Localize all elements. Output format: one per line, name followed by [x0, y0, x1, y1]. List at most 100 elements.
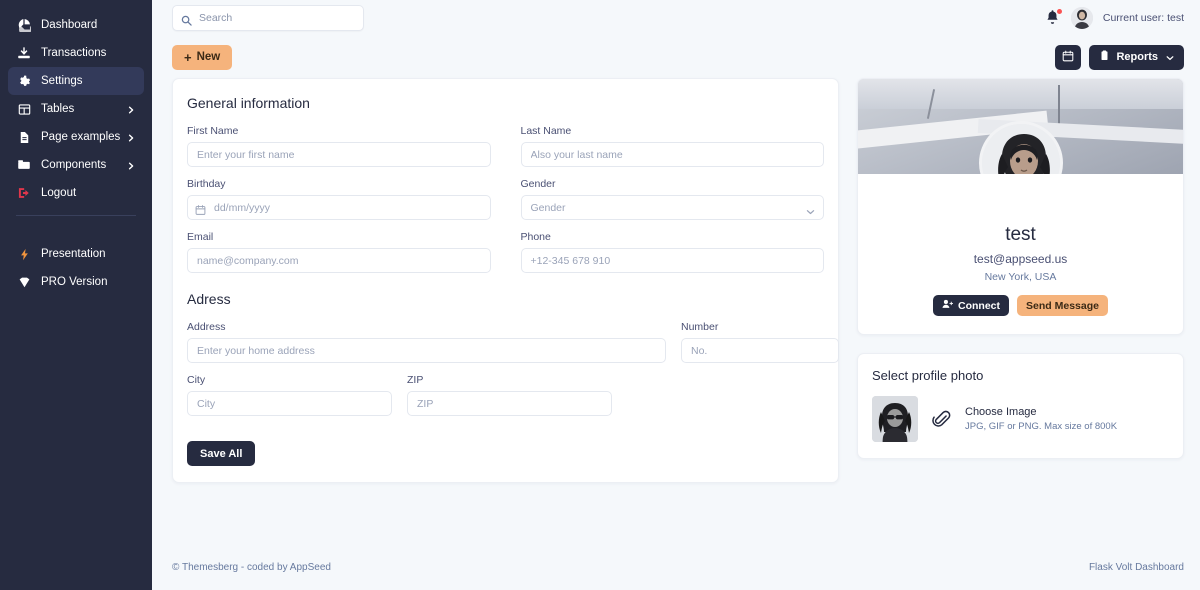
sidebar-item-label: Components — [41, 159, 107, 171]
number-input[interactable] — [681, 338, 839, 363]
phone-input[interactable] — [520, 248, 824, 273]
search-input[interactable] — [199, 12, 355, 24]
birthday-input-wrap — [187, 195, 491, 220]
content-area: General information First Name Last Name — [152, 78, 1200, 544]
document-icon — [16, 129, 32, 145]
search-icon — [181, 13, 192, 26]
city-zip-row: City ZIP — [187, 374, 824, 416]
photo-thumbnail — [872, 396, 918, 442]
logout-icon — [16, 185, 32, 201]
number-label: Number — [681, 321, 719, 333]
chevron-right-icon — [127, 105, 135, 114]
city-input[interactable] — [187, 391, 392, 416]
gender-group: Gender — [520, 178, 824, 220]
sidebar-item-dashboard[interactable]: Dashboard — [8, 11, 144, 39]
birthday-label: Birthday — [187, 178, 226, 190]
footer: © Themesberg - coded by AppSeed Flask Vo… — [152, 544, 1200, 590]
email-input[interactable] — [187, 248, 491, 273]
gender-select[interactable] — [520, 195, 824, 220]
cover-pole — [1058, 85, 1060, 127]
calendar-button[interactable] — [1055, 44, 1082, 70]
phone-group: Phone — [520, 231, 824, 273]
name-row: First Name Last Name — [187, 125, 824, 167]
email-phone-row: Email Phone — [187, 231, 824, 273]
chevron-right-icon — [127, 161, 135, 170]
sidebar-item-tables[interactable]: Tables — [8, 95, 144, 123]
clipboard-icon — [1099, 50, 1110, 64]
zip-label: ZIP — [407, 374, 424, 386]
address-row: Address Number — [187, 321, 839, 363]
gender-select-wrap — [520, 195, 824, 220]
photo-card-body: Select profile photo Choose Image JPG, G… — [858, 354, 1183, 458]
bolt-icon — [16, 246, 32, 262]
notification-bell-icon[interactable] — [1045, 9, 1062, 27]
topbar-right: Current user: test — [1045, 7, 1184, 29]
address-label: Address — [187, 321, 226, 333]
topbar: Current user: test — [152, 0, 1200, 36]
zip-input[interactable] — [407, 391, 612, 416]
gear-icon — [16, 73, 32, 89]
gender-label: Gender — [520, 178, 556, 190]
first-name-input[interactable] — [187, 142, 491, 167]
footer-copyright: © Themesberg - coded by AppSeed — [172, 561, 331, 573]
reports-button-label: Reports — [1116, 51, 1158, 63]
sidebar-item-settings[interactable]: Settings — [8, 67, 144, 95]
select-profile-photo-card: Select profile photo Choose Image JPG, G… — [857, 353, 1184, 459]
sidebar: Dashboard Transactions Settings Tables P… — [0, 0, 152, 590]
search-box[interactable] — [172, 5, 364, 31]
profile-buttons: Connect Send Message — [868, 295, 1173, 316]
avatar[interactable] — [1070, 7, 1093, 29]
actions-bar: + New Reports — [152, 36, 1200, 78]
phone-label: Phone — [520, 231, 551, 243]
sidebar-item-presentation[interactable]: Presentation — [8, 240, 144, 268]
download-icon — [16, 45, 32, 61]
page-title: General information — [187, 95, 310, 111]
user-plus-icon — [942, 299, 954, 312]
app-root: Dashboard Transactions Settings Tables P… — [0, 0, 1200, 590]
gem-icon — [16, 274, 32, 290]
sidebar-item-label: Dashboard — [41, 19, 98, 31]
sidebar-item-label: Transactions — [41, 47, 107, 59]
layers-icon — [16, 157, 32, 173]
sidebar-item-transactions[interactable]: Transactions — [8, 39, 144, 67]
connect-button[interactable]: Connect — [933, 295, 1010, 316]
birthday-input[interactable] — [187, 195, 491, 220]
cover-sky — [858, 79, 1183, 109]
photo-row: Choose Image JPG, GIF or PNG. Max size o… — [872, 396, 1169, 442]
right-column: test test@appseed.us New York, USA Conne… — [857, 78, 1184, 459]
chevron-down-icon — [1166, 53, 1174, 61]
email-label: Email — [187, 231, 214, 243]
profile-location: New York, USA — [984, 271, 1057, 283]
reports-dropdown-button[interactable]: Reports — [1089, 44, 1184, 70]
general-information-card: General information First Name Last Name — [172, 78, 839, 483]
email-group: Email — [187, 231, 491, 273]
birthday-group: Birthday — [187, 178, 491, 220]
sidebar-item-label: Tables — [41, 103, 75, 115]
paperclip-icon[interactable] — [932, 410, 951, 429]
table-icon — [16, 101, 32, 117]
profile-cover-image — [858, 79, 1183, 174]
profile-email: test@appseed.us — [973, 252, 1068, 266]
profile-name: test — [1005, 224, 1036, 245]
sidebar-item-logout[interactable]: Logout — [8, 179, 144, 207]
birthday-gender-row: Birthday Gender — [187, 178, 824, 220]
choose-image-label[interactable]: Choose Image — [965, 406, 1117, 418]
sidebar-item-components[interactable]: Components — [8, 151, 144, 179]
sidebar-item-label: Settings — [41, 75, 83, 87]
calendar-icon — [1062, 50, 1074, 65]
number-group: Number — [681, 321, 839, 363]
sidebar-divider — [16, 215, 136, 216]
new-button[interactable]: + New — [172, 44, 233, 70]
send-message-button[interactable]: Send Message — [1017, 295, 1108, 316]
sidebar-item-pro-version[interactable]: PRO Version — [8, 268, 144, 296]
sidebar-item-page-examples[interactable]: Page examples — [8, 123, 144, 151]
actions-right: Reports — [1055, 44, 1184, 70]
address-input[interactable] — [187, 338, 666, 363]
photo-card-title: Select profile photo — [872, 368, 984, 383]
sidebar-item-label: Presentation — [41, 248, 106, 260]
zip-group: ZIP — [407, 374, 612, 416]
last-name-input[interactable] — [520, 142, 824, 167]
chevron-right-icon — [127, 133, 135, 142]
save-all-button[interactable]: Save All — [187, 441, 256, 466]
